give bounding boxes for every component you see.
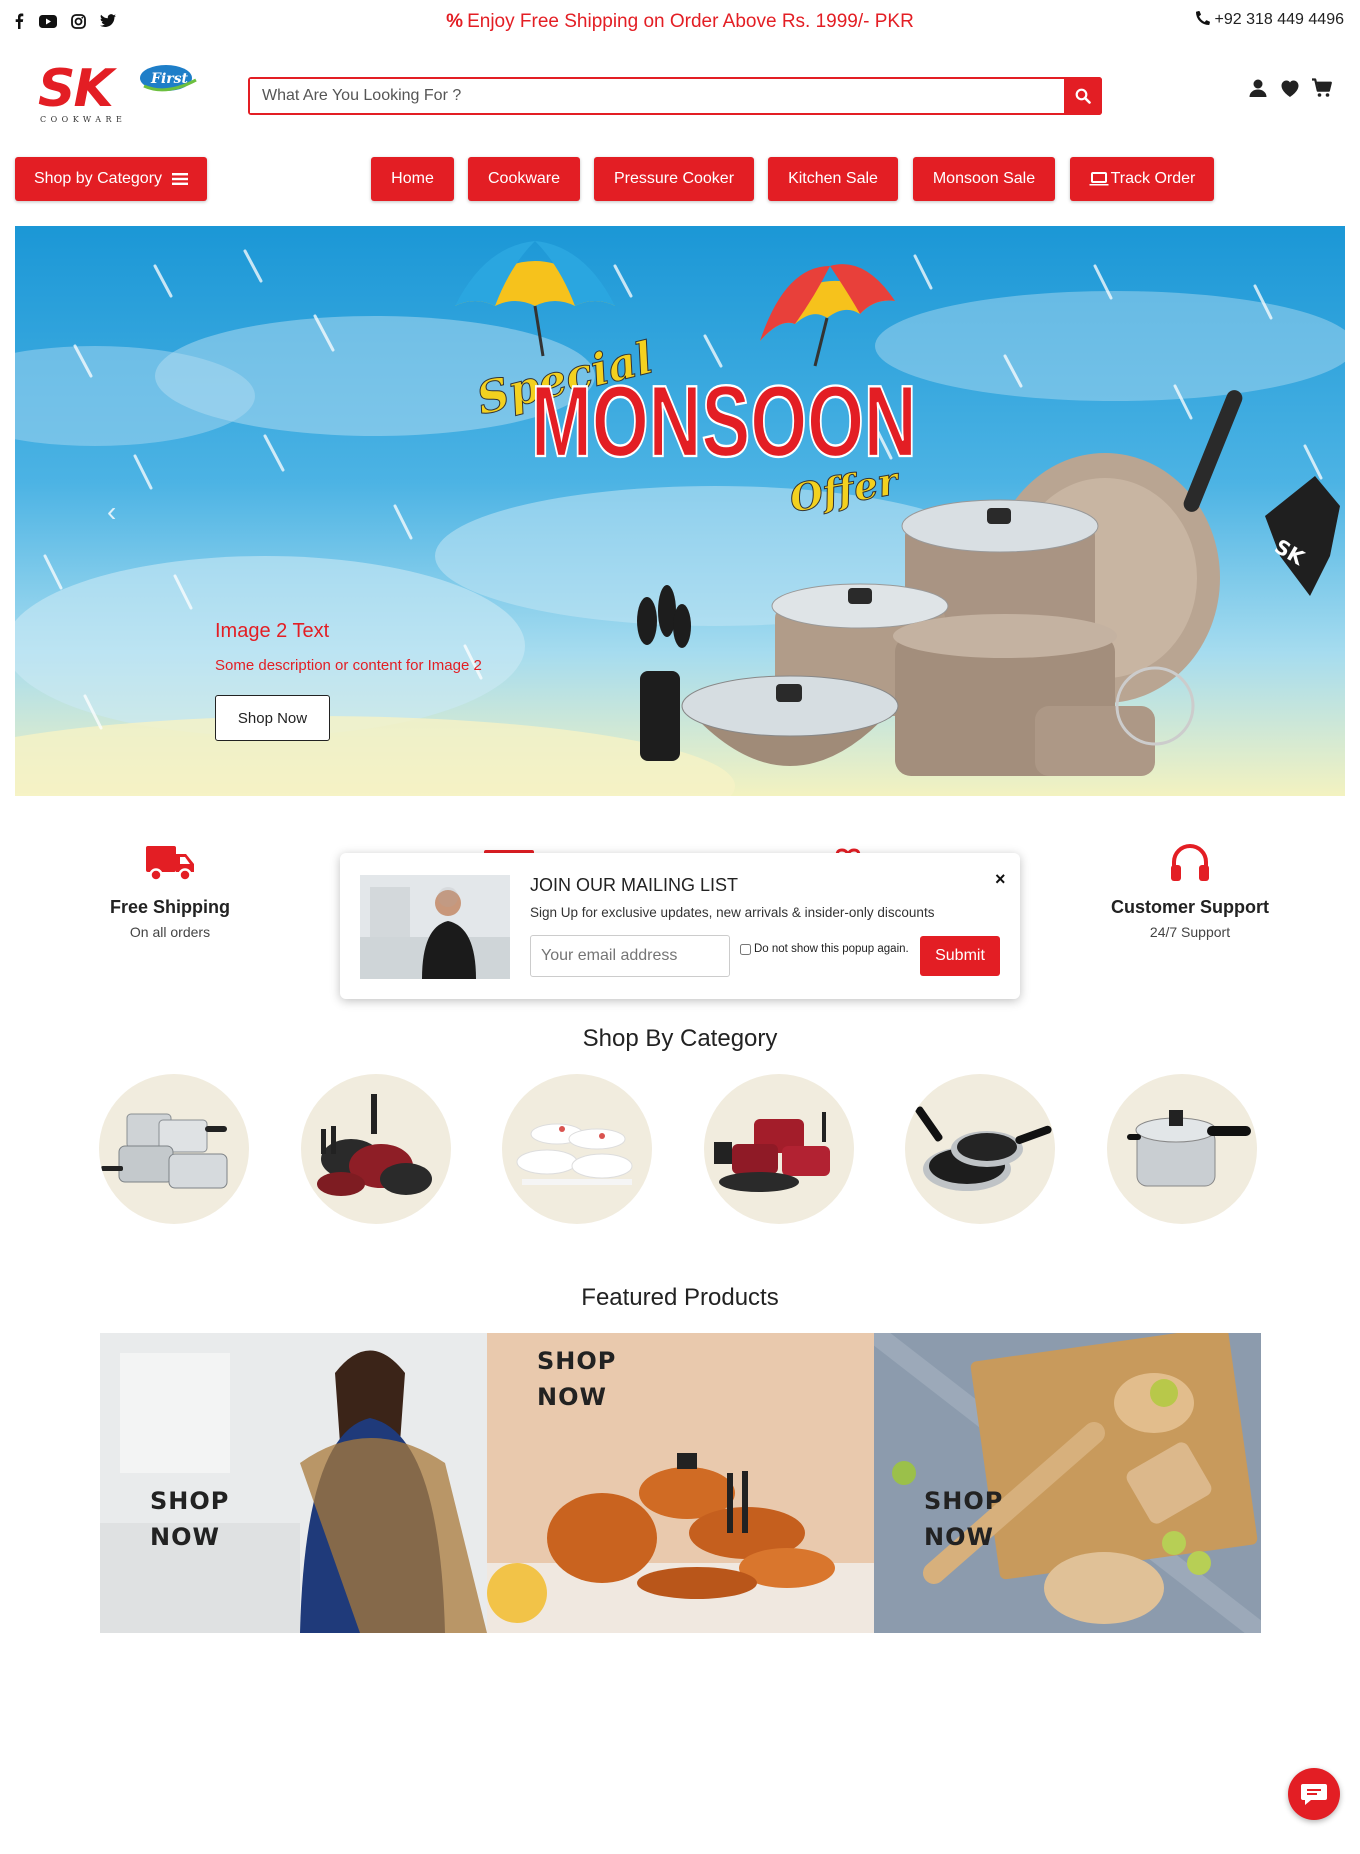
- svg-text:SK: SK: [38, 59, 117, 119]
- truck-icon: [146, 846, 194, 882]
- mailing-list-popup: JOIN OUR MAILING LIST Sign Up for exclus…: [340, 853, 1020, 999]
- phone-number: +92 318 449 4496: [1214, 11, 1344, 28]
- nav-kitchen-sale[interactable]: Kitchen Sale: [768, 157, 898, 201]
- svg-text:MONSOON: MONSOON: [531, 364, 917, 478]
- chat-icon: [1301, 1784, 1327, 1805]
- promo-banner: % Enjoy Free Shipping on Order Above Rs. …: [0, 11, 1360, 33]
- nav-track-order-label: Track Order: [1110, 170, 1196, 187]
- nav-track-order[interactable]: Track Order: [1070, 157, 1214, 201]
- shop-by-category-label: Shop by Category: [33, 170, 163, 187]
- featured-products-heading: Featured Products: [581, 1284, 779, 1311]
- site-logo[interactable]: SK First COOKWARE: [38, 56, 202, 128]
- popup-dont-show-option[interactable]: Do not show this popup again.: [740, 943, 909, 955]
- svg-text:COOKWARE: COOKWARE: [40, 115, 126, 124]
- featured-card-label: SHOP NOW: [150, 1487, 230, 1551]
- carousel-prev-arrow[interactable]: ‹: [107, 496, 116, 528]
- hero-caption-title: Image 2 Text: [215, 620, 330, 642]
- search-input[interactable]: [250, 79, 1100, 113]
- nav-kitchen-sale-label: Kitchen Sale: [788, 170, 878, 187]
- hero-carousel[interactable]: Special MONSOON Offer SK ‹ Image 2 Text …: [15, 226, 1345, 796]
- chat-button[interactable]: [1288, 1768, 1340, 1820]
- popup-chef-image: [360, 875, 510, 979]
- featured-card-label: SHOP NOW: [924, 1487, 1004, 1551]
- cart-icon[interactable]: [1310, 76, 1334, 100]
- nav-monsoon-sale-label: Monsoon Sale: [932, 170, 1036, 187]
- category-dinner-set[interactable]: [502, 1074, 652, 1224]
- category-frying-pans[interactable]: [905, 1074, 1055, 1224]
- percent-icon: %: [446, 11, 464, 32]
- feature-subtitle: 24/7 Support: [1149, 924, 1231, 940]
- category-red-cookware-set[interactable]: [704, 1074, 854, 1224]
- feature-customer-support: Customer Support 24/7 Support: [1070, 842, 1310, 940]
- laptop-icon: [1089, 172, 1109, 186]
- nav-pressure-cooker[interactable]: Pressure Cooker: [594, 157, 754, 201]
- search-box: [248, 77, 1102, 115]
- nav-cookware-label: Cookware: [487, 170, 561, 187]
- svg-text:First: First: [150, 71, 189, 87]
- dont-show-checkbox[interactable]: [740, 943, 751, 955]
- popup-email-field[interactable]: [530, 935, 730, 977]
- menu-icon: [172, 173, 189, 185]
- featured-card-1[interactable]: SHOP NOW: [100, 1333, 487, 1633]
- feature-subtitle: On all orders: [129, 924, 211, 940]
- close-icon[interactable]: ×: [995, 869, 1006, 890]
- nav-home[interactable]: Home: [371, 157, 454, 201]
- category-stainless-cookware-set[interactable]: [99, 1074, 249, 1224]
- dont-show-label: Do not show this popup again.: [754, 943, 909, 955]
- search-icon: [1075, 88, 1091, 104]
- popup-description: Sign Up for exclusive updates, new arriv…: [530, 905, 935, 920]
- hero-shop-now-button[interactable]: Shop Now: [215, 695, 330, 741]
- shop-by-category-heading: Shop By Category: [582, 1025, 778, 1052]
- top-bar: % Enjoy Free Shipping on Order Above Rs. …: [0, 0, 1360, 44]
- nav-monsoon-sale[interactable]: Monsoon Sale: [913, 157, 1055, 201]
- heart-icon[interactable]: [1278, 76, 1302, 100]
- nav-home-label: Home: [391, 170, 434, 187]
- headphones-icon: [1171, 844, 1209, 881]
- featured-card-label: SHOP NOW: [537, 1347, 617, 1411]
- feature-title: Free Shipping: [109, 897, 230, 917]
- featured-card-2[interactable]: SHOP NOW: [487, 1333, 874, 1633]
- nav-pressure-cooker-label: Pressure Cooker: [613, 170, 735, 187]
- shop-by-category-button[interactable]: Shop by Category: [15, 157, 207, 201]
- category-pressure-cooker[interactable]: [1107, 1074, 1257, 1224]
- phone-icon: [1196, 10, 1211, 26]
- feature-title: Customer Support: [1110, 897, 1269, 917]
- phone-contact[interactable]: +92 318 449 4496: [1196, 10, 1344, 29]
- category-nonstick-cookware-set[interactable]: [301, 1074, 451, 1224]
- popup-submit-button[interactable]: Submit: [920, 936, 1000, 976]
- featured-card-3[interactable]: SHOP NOW: [874, 1333, 1261, 1633]
- popup-title: JOIN OUR MAILING LIST: [530, 875, 739, 895]
- hero-caption-description: Some description or content for Image 2: [215, 657, 482, 674]
- user-icon[interactable]: [1246, 76, 1270, 100]
- feature-free-shipping: Free Shipping On all orders: [50, 842, 290, 940]
- nav-cookware[interactable]: Cookware: [468, 157, 580, 201]
- search-button[interactable]: [1064, 77, 1102, 115]
- promo-text: Enjoy Free Shipping on Order Above Rs. 1…: [467, 11, 914, 32]
